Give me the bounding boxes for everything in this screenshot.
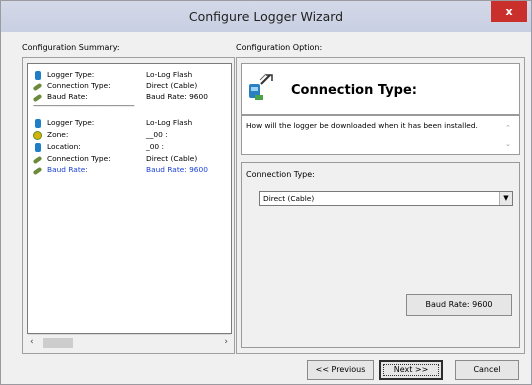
summary-key: Baud Rate: <box>47 92 88 101</box>
summary-value: Baud Rate: 9600 <box>146 165 208 174</box>
summary-value: Direct (Cable) <box>146 81 198 90</box>
summary-row: Location: _00 : <box>33 142 229 153</box>
connection-icon <box>32 82 43 92</box>
logger-icon <box>35 71 41 80</box>
summary-key: Zone: <box>47 130 69 139</box>
summary-group-label: Configuration Summary: <box>22 43 120 52</box>
summary-key: Connection Type: <box>47 154 111 163</box>
scroll-down-icon[interactable]: ⌄ <box>505 140 511 148</box>
summary-separator: ----------------------------------------… <box>33 102 135 110</box>
summary-row: Logger Type: Lo-Log Flash <box>33 118 229 129</box>
connection-type-icon <box>249 73 273 100</box>
summary-value: _00 : <box>146 142 164 151</box>
summary-key: Logger Type: <box>47 70 95 79</box>
summary-row: Logger Type: Lo-Log Flash <box>33 70 229 81</box>
zone-icon <box>33 131 42 140</box>
chevron-down-icon[interactable]: ▼ <box>499 192 512 205</box>
connection-icon <box>32 93 43 103</box>
select-value: Direct (Cable) <box>263 194 315 203</box>
summary-value: Lo-Log Flash <box>146 118 193 127</box>
summary-row: Zone: __00 : <box>33 130 229 141</box>
focus-rect <box>383 364 439 376</box>
summary-value: Lo-Log Flash <box>146 70 193 79</box>
next-button[interactable]: Next >> <box>379 360 443 380</box>
option-description: How will the logger be downloaded when i… <box>246 121 478 130</box>
scroll-right-icon[interactable]: › <box>224 337 228 347</box>
horizontal-scrollbar[interactable]: ‹ › <box>28 334 231 350</box>
summary-value: Direct (Cable) <box>146 154 198 163</box>
cancel-button[interactable]: Cancel <box>455 360 519 380</box>
summary-key: Baud Rate: <box>47 165 88 174</box>
connection-type-select[interactable]: Direct (Cable) ▼ <box>259 191 513 206</box>
scroll-up-icon[interactable]: ⌃ <box>505 124 511 132</box>
summary-list[interactable]: Logger Type: Lo-Log Flash Connection Typ… <box>27 63 232 334</box>
logger-icon <box>35 143 41 152</box>
summary-row-selected[interactable]: Baud Rate: Baud Rate: 9600 <box>32 165 229 176</box>
title-bar: Configure Logger Wizard x <box>1 1 531 32</box>
baud-rate-button[interactable]: Baud Rate: 9600 <box>406 294 512 316</box>
summary-key: Connection Type: <box>47 81 111 90</box>
summary-key: Logger Type: <box>47 118 95 127</box>
summary-value: Baud Rate: 9600 <box>146 92 208 101</box>
summary-value: __00 : <box>146 130 168 139</box>
connection-icon <box>32 155 43 165</box>
summary-row: Connection Type: Direct (Cable) <box>32 154 229 165</box>
connection-icon <box>32 166 43 176</box>
window-title: Configure Logger Wizard <box>188 9 344 24</box>
previous-button[interactable]: << Previous <box>307 360 374 380</box>
option-heading: Connection Type: <box>291 83 418 98</box>
logger-icon <box>35 119 41 128</box>
close-button[interactable]: x <box>491 1 527 22</box>
option-group-label: Configuration Option: <box>236 43 323 52</box>
connection-type-label: Connection Type: <box>246 170 315 179</box>
summary-key: Location: <box>47 142 81 151</box>
option-settings-panel <box>241 162 520 348</box>
summary-row: Connection Type: Direct (Cable) <box>32 81 229 92</box>
scroll-left-icon[interactable]: ‹ <box>30 337 34 347</box>
scroll-thumb[interactable] <box>43 338 73 348</box>
